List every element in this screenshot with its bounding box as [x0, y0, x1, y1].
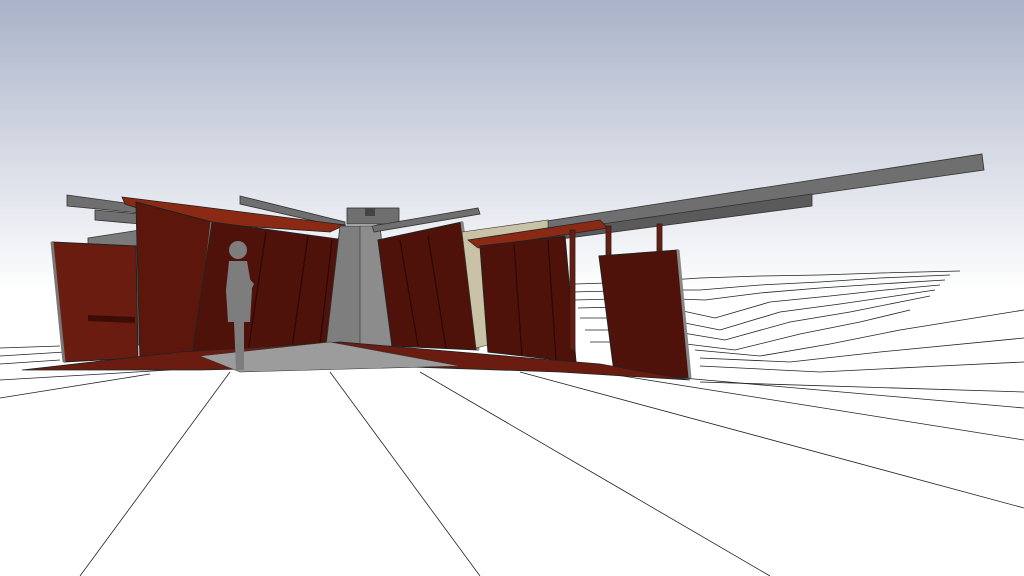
rust-wall-inner-left [191, 221, 346, 357]
render-canvas [0, 0, 1024, 576]
rust-panel-far-left [50, 241, 139, 363]
rust-wall-right [479, 235, 577, 363]
model-viewport [0, 0, 1024, 576]
rust-panel-far-right [598, 249, 692, 379]
